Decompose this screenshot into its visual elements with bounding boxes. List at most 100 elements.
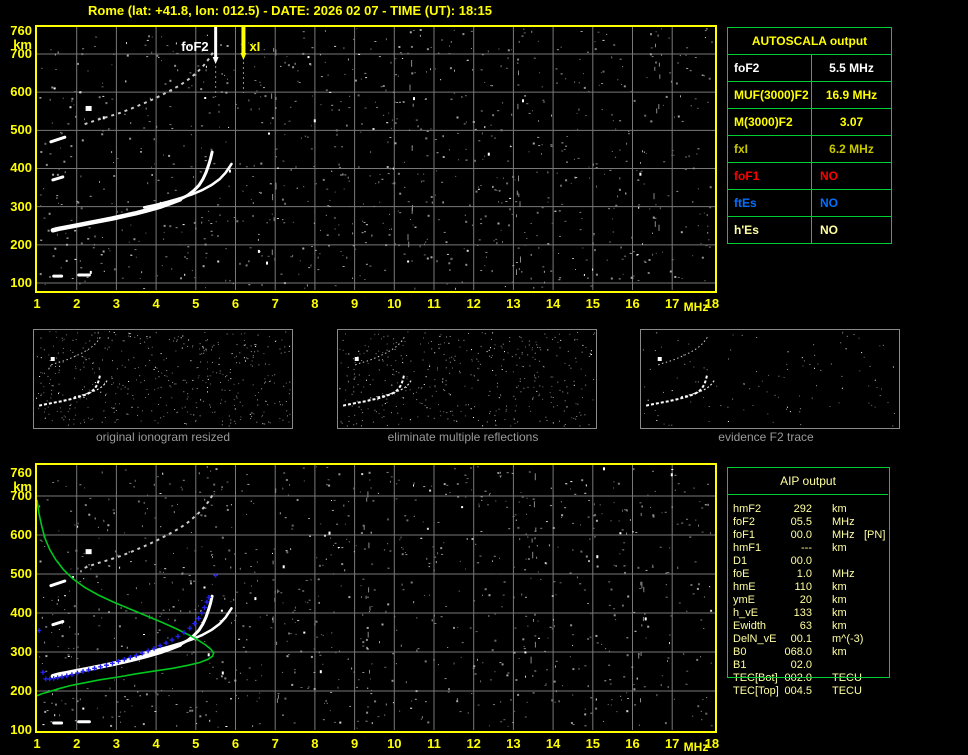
aip-row-hme: hmE 110 km: [727, 581, 891, 594]
aip-row-b0: B0 068.0 km: [727, 646, 891, 659]
x-tick-label: 1: [33, 736, 41, 751]
param-value: 5.5 MHz: [829, 61, 874, 75]
aip-value: 068.0: [784, 646, 812, 658]
aip-value: 00.1: [790, 633, 812, 645]
profile-ionogram-plot: [35, 463, 717, 733]
aip-unit: km: [832, 503, 847, 515]
autoscala-table-header: AUTOSCALA output: [728, 28, 891, 55]
param-value: NO: [820, 196, 838, 210]
aip-row-yme: ymE 20 km: [727, 594, 891, 607]
marker-label-fof2: foF2: [181, 39, 209, 54]
y-axis-unit-label: km: [13, 478, 32, 494]
aip-row-tec-top-: TEC[Top] 004.5 TECU: [727, 685, 891, 698]
y-tick-label: 760: [10, 464, 32, 480]
x-tick-label: 3: [112, 296, 120, 311]
aip-output-table: AIP output hmF2 292 km foF2 05.5 MHz foF1 00.0 M…: [727, 467, 891, 703]
aip-value: 292: [793, 503, 812, 515]
aip-value: 00.0: [790, 529, 812, 541]
aip-unit: km: [832, 594, 847, 606]
x-axis-unit-label: MHz: [683, 300, 709, 314]
aip-value: 110: [794, 581, 812, 593]
x-tick-label: 8: [311, 736, 319, 751]
param-value: 6.2 MHz: [829, 142, 874, 156]
x-tick-label: 14: [545, 296, 561, 311]
param-label: foF2: [728, 55, 812, 81]
aip-unit: km: [832, 620, 847, 632]
param-value: NO: [820, 223, 838, 237]
aip-unit: km: [832, 542, 847, 554]
y-tick-label: 400: [10, 605, 32, 620]
aip-value: 004.5: [784, 685, 812, 697]
aip-value: 002.0: [784, 672, 812, 684]
aip-unit: TECU: [832, 685, 862, 697]
aip-header-divider: [728, 494, 888, 495]
x-axis-unit-label: MHz: [683, 740, 709, 754]
table-row-fof2: foF2 5.5 MHz: [728, 55, 891, 82]
param-value: NO: [820, 169, 838, 183]
x-tick-label: 8: [311, 296, 319, 311]
x-tick-label: 6: [231, 296, 240, 311]
aip-row-fof2: foF2 05.5 MHz: [727, 516, 891, 529]
param-label: fxI: [728, 136, 812, 162]
y-tick-label: 100: [10, 275, 32, 290]
param-label: ftEs: [728, 190, 812, 216]
aip-value: 63: [799, 620, 812, 632]
x-tick-label: 4: [152, 736, 160, 751]
param-value: 3.07: [839, 115, 864, 129]
table-row-ftes: ftEs NO: [728, 190, 891, 217]
x-tick-label: 1: [33, 296, 41, 311]
x-tick-label: 10: [387, 736, 402, 751]
aip-unit: km: [832, 607, 847, 619]
x-tick-label: 7: [271, 296, 279, 311]
param-label: M(3000)F2: [728, 109, 812, 135]
table-row-fxi: fxI 6.2 MHz: [728, 136, 891, 163]
aip-row-tec-bot-: TEC[Bot] 002.0 TECU: [727, 672, 891, 685]
x-tick-label: 2: [73, 296, 81, 311]
x-tick-label: 9: [350, 296, 359, 311]
x-tick-label: 4: [152, 296, 160, 311]
x-tick-label: 9: [350, 736, 359, 751]
aip-row-fof1: foF1 00.0 MHz [PN]: [727, 529, 891, 542]
aip-name: B1: [733, 659, 747, 671]
x-tick-label: 15: [585, 736, 601, 751]
aip-name: D1: [733, 555, 748, 567]
marker-label-xi: xI: [249, 39, 261, 54]
table-row-m3000f2: M(3000)F2 3.07: [728, 109, 891, 136]
param-label: h'Es: [728, 217, 812, 243]
aip-value: 133: [793, 607, 812, 619]
aip-unit: MHz: [832, 516, 855, 528]
aip-row-ewidth: Ewidth 63 km: [727, 620, 891, 633]
x-tick-label: 3: [112, 736, 120, 751]
aip-table-header: AIP output: [780, 474, 836, 488]
thumbnail-ionogram-1: [33, 329, 293, 429]
x-tick-label: 10: [387, 296, 402, 311]
x-tick-label: 16: [625, 296, 640, 311]
aip-note: [PN]: [864, 529, 886, 541]
y-tick-label: 600: [10, 84, 32, 100]
y-tick-label: 500: [10, 566, 32, 581]
x-tick-label: 11: [427, 296, 441, 311]
aip-unit: MHz: [832, 568, 855, 580]
x-tick-label: 11: [427, 736, 441, 751]
aip-unit: km: [832, 581, 847, 593]
x-tick-label: 5: [192, 736, 200, 751]
x-tick-label: 12: [466, 296, 481, 311]
y-tick-label: 500: [10, 122, 32, 138]
table-row-hes: h'Es NO: [728, 217, 891, 243]
aip-row-h-ve: h_vE 133 km: [727, 607, 891, 620]
aip-value: 20: [799, 594, 812, 606]
aip-unit: TECU: [832, 672, 862, 684]
thumbnail-caption-1: original ionogram resized: [95, 430, 231, 444]
x-tick-label: 16: [625, 736, 640, 751]
aip-name: B0: [733, 646, 747, 658]
param-value: 16.9 MHz: [825, 88, 878, 102]
aip-row-hmf1: hmF1 --- km: [727, 542, 891, 555]
aip-value: 1.0: [796, 568, 812, 580]
param-label: MUF(3000)F2: [728, 82, 812, 108]
x-tick-label: 14: [545, 736, 561, 751]
y-tick-label: 300: [10, 198, 32, 214]
aip-row-d1: D1 00.0: [727, 555, 891, 568]
table-row-fof1: foF1 NO: [728, 163, 891, 190]
x-tick-label: 6: [231, 736, 240, 751]
y-tick-label: 200: [10, 236, 32, 252]
